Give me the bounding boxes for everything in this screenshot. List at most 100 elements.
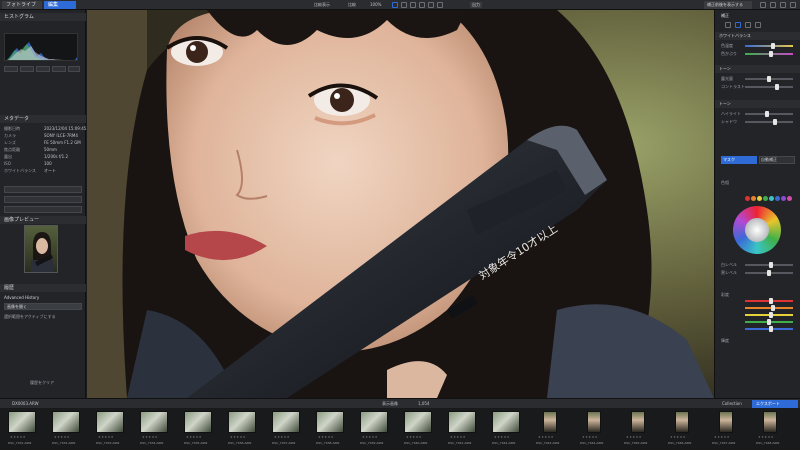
wb-icon[interactable] [725, 22, 731, 28]
metadata-header[interactable]: メタデータ [0, 115, 86, 123]
film-thumbnail[interactable] [448, 411, 476, 433]
tint-slider[interactable] [745, 51, 793, 57]
blue-swatch[interactable] [775, 196, 780, 201]
gradient-tool-icon[interactable] [428, 2, 434, 8]
film-thumbnail[interactable] [316, 411, 344, 433]
clear-history-button[interactable]: 履歴をクリア [30, 380, 54, 386]
film-thumbnail[interactable] [543, 411, 557, 433]
rating-stars[interactable]: ★★★★★ [670, 435, 686, 439]
rating-stars[interactable]: ★★★★★ [626, 435, 642, 439]
mask-tool-icon[interactable] [437, 2, 443, 8]
share-icon[interactable] [770, 2, 776, 8]
history-item[interactable]: 選択範囲をアクティブにする [4, 314, 56, 320]
history-item[interactable]: 画像を開く [4, 303, 82, 310]
cyan-swatch[interactable] [769, 196, 774, 201]
preset-field[interactable] [4, 186, 82, 193]
red-sat-slider[interactable] [745, 298, 793, 304]
tab-library[interactable]: フォトライブラリ [2, 1, 42, 16]
histogram-mode-button[interactable] [68, 66, 80, 72]
before-after-button[interactable]: 補正前後を表示する [704, 1, 752, 9]
zoom-select[interactable]: 100% [368, 2, 383, 8]
film-thumbnail[interactable] [719, 411, 733, 433]
detail-icon[interactable] [755, 22, 761, 28]
main-photo[interactable]: 対象年令10才以上 [87, 10, 714, 398]
histogram-mode-button[interactable] [52, 66, 66, 72]
rating-stars[interactable]: ★★★★★ [230, 435, 246, 439]
minimize-icon[interactable] [780, 2, 786, 8]
rating-stars[interactable]: ★★★★★ [714, 435, 730, 439]
histogram-mode-button[interactable] [36, 66, 50, 72]
exposure-slider[interactable] [745, 76, 793, 82]
rotate-tool-icon[interactable] [401, 2, 407, 8]
rating-stars[interactable]: ★★★★★ [186, 435, 202, 439]
contrast-slider[interactable] [745, 84, 793, 90]
rating-stars[interactable]: ★★★★★ [98, 435, 114, 439]
film-thumbnail[interactable] [228, 411, 256, 433]
tone-section-header[interactable]: トーン [715, 65, 800, 73]
mask-button[interactable]: マスク [721, 156, 757, 164]
yellow-sat-slider[interactable] [745, 312, 793, 318]
rating-stars[interactable]: ★★★★★ [10, 435, 26, 439]
film-thumbnail[interactable] [763, 411, 777, 433]
rating-stars[interactable]: ★★★★★ [758, 435, 774, 439]
rating-stars[interactable]: ★★★★★ [274, 435, 290, 439]
highlight-slider[interactable] [745, 111, 793, 117]
film-thumbnail[interactable] [8, 411, 36, 433]
preview-thumbnail[interactable] [24, 225, 58, 273]
history-header[interactable]: 履歴 [0, 284, 86, 292]
color-wheel[interactable] [733, 206, 781, 254]
preview-header[interactable]: 画像プレビュー [0, 216, 86, 224]
export-button[interactable]: 出力 [470, 2, 482, 8]
film-thumbnail[interactable] [96, 411, 124, 433]
whites-slider[interactable] [745, 262, 793, 268]
film-thumbnail[interactable] [360, 411, 388, 433]
magenta-swatch[interactable] [787, 196, 792, 201]
preset-field[interactable] [4, 206, 82, 213]
film-thumbnail[interactable] [492, 411, 520, 433]
film-thumbnail[interactable] [272, 411, 300, 433]
close-icon[interactable] [790, 2, 796, 8]
film-thumbnail[interactable] [404, 411, 432, 433]
wb-section-header[interactable]: ホワイトバランス [715, 32, 800, 40]
orange-swatch[interactable] [751, 196, 756, 201]
film-thumbnail[interactable] [140, 411, 168, 433]
green-swatch[interactable] [763, 196, 768, 201]
rating-stars[interactable]: ★★★★★ [142, 435, 158, 439]
settings-icon[interactable] [760, 2, 766, 8]
eraser-tool-icon[interactable] [419, 2, 425, 8]
rating-stars[interactable]: ★★★★★ [318, 435, 334, 439]
rating-stars[interactable]: ★★★★★ [54, 435, 70, 439]
histogram-header[interactable]: ヒストグラム [0, 13, 86, 21]
yellow-swatch[interactable] [757, 196, 762, 201]
hsl-section-header[interactable]: トーン [715, 100, 800, 108]
purple-swatch[interactable] [781, 196, 786, 201]
tab-edit[interactable]: 編集 [44, 1, 76, 9]
rating-stars[interactable]: ★★★★★ [450, 435, 466, 439]
brush-tool-icon[interactable] [410, 2, 416, 8]
film-thumbnail[interactable] [675, 411, 689, 433]
histogram-mode-button[interactable] [4, 66, 18, 72]
preset-field[interactable] [4, 196, 82, 203]
rating-stars[interactable]: ★★★★★ [362, 435, 378, 439]
shadow-slider[interactable] [745, 119, 793, 125]
auto-button[interactable]: 自動補正 [759, 156, 795, 164]
crop-tool-icon[interactable] [392, 2, 398, 8]
film-thumbnail[interactable] [631, 411, 645, 433]
color-icon[interactable] [745, 22, 751, 28]
film-thumbnail[interactable] [184, 411, 212, 433]
compare-button[interactable]: 比較 [346, 2, 358, 8]
red-swatch[interactable] [745, 196, 750, 201]
tone-icon[interactable] [735, 22, 741, 28]
compare-view-button[interactable]: 比較表示 [312, 2, 332, 8]
film-thumbnail[interactable] [52, 411, 80, 433]
rating-stars[interactable]: ★★★★★ [406, 435, 422, 439]
rating-stars[interactable]: ★★★★★ [494, 435, 510, 439]
rating-stars[interactable]: ★★★★★ [582, 435, 598, 439]
export-button[interactable]: エクスポート [752, 400, 798, 408]
rating-stars[interactable]: ★★★★★ [538, 435, 554, 439]
orange-sat-slider[interactable] [745, 305, 793, 311]
green-sat-slider[interactable] [745, 319, 793, 325]
histogram-mode-button[interactable] [20, 66, 34, 72]
collection-button[interactable]: Collection [720, 401, 744, 407]
blacks-slider[interactable] [745, 270, 793, 276]
